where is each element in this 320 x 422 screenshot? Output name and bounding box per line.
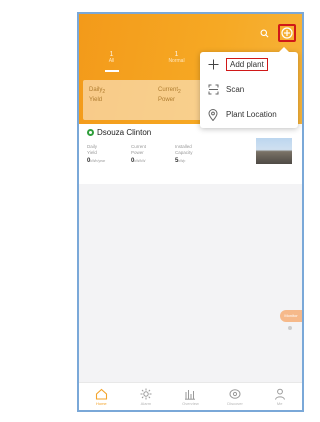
menu-item-add-plant-label: Add plant <box>226 58 268 71</box>
search-icon[interactable] <box>256 25 272 41</box>
stat-current-power-label-2: Power <box>158 97 176 104</box>
metric-current-power: Current Power 0kW/kW <box>131 144 159 164</box>
stat-current-power-sub: 2 <box>178 89 181 96</box>
plant-filter-tabs: 1 All 1 Normal <box>79 51 209 64</box>
nav-home[interactable]: Home <box>79 383 124 410</box>
metric-current-power-label-2: Power <box>131 150 144 155</box>
metric-installed-capacity-unit: kWp <box>178 159 186 163</box>
metric-daily-yield-unit: kWh/year <box>90 159 106 163</box>
person-icon <box>274 388 285 400</box>
menu-item-scan-label: Scan <box>226 85 245 94</box>
header-actions <box>256 24 296 42</box>
nav-discover[interactable]: Discover <box>213 383 258 410</box>
nav-overview-label: Overview <box>182 400 199 406</box>
plant-title: Dsouza Clinton <box>87 128 151 137</box>
bottom-navigation: Home Alarm Overview Discover Me <box>79 382 302 410</box>
menu-item-add-plant[interactable]: Add plant <box>200 52 298 77</box>
nav-me[interactable]: Me <box>257 383 302 410</box>
menu-item-plant-location-label: Plant Location <box>226 110 277 119</box>
nav-alarm[interactable]: Alarm <box>124 383 169 410</box>
stat-daily-yield: Daily2 Yield <box>83 80 152 120</box>
nav-home-label: Home <box>95 400 107 406</box>
monitor-float-button[interactable]: Monitor <box>280 310 302 322</box>
plant-name: Dsouza Clinton <box>97 128 152 137</box>
home-icon <box>95 388 107 400</box>
nav-me-label: Me <box>276 400 283 406</box>
metric-daily-yield-label-2: Yield <box>87 150 97 155</box>
metric-current-power-label: Current <box>131 144 147 149</box>
bar-chart-icon <box>185 389 196 400</box>
eye-icon <box>229 388 241 399</box>
plant-metrics: Daily Yield 0kWh/year Current Power 0kW/… <box>87 144 203 164</box>
sun-icon <box>140 388 152 399</box>
nav-alarm-label: Alarm <box>140 400 152 406</box>
menu-item-plant-location[interactable]: Plant Location <box>200 102 298 127</box>
nav-discover-label: Discover <box>227 400 243 406</box>
menu-item-scan[interactable]: Scan <box>200 77 298 102</box>
metric-installed-capacity-label-2: Capacity <box>175 150 193 155</box>
metric-daily-yield: Daily Yield 0kWh/year <box>87 144 115 164</box>
plant-card[interactable]: Dsouza Clinton Daily Yield 0kWh/year Cur… <box>79 124 302 184</box>
stat-daily-yield-sub: 2 <box>102 89 106 96</box>
status-online-icon <box>87 129 94 136</box>
nav-overview[interactable]: Overview <box>168 383 213 410</box>
metric-current-power-unit: kW/kW <box>134 159 146 163</box>
plus-icon <box>207 59 219 71</box>
metric-installed-capacity: Installed Capacity 5kWp <box>175 144 203 164</box>
stat-daily-yield-label: Daily <box>89 87 103 93</box>
tab-all[interactable]: 1 All <box>79 51 144 64</box>
location-pin-icon <box>207 108 219 121</box>
active-tab-indicator <box>105 70 119 72</box>
tab-all-label: All <box>108 58 115 64</box>
stat-current-power-label: Current <box>158 87 179 93</box>
metric-installed-capacity-label: Installed <box>175 144 192 149</box>
tab-all-count: 1 <box>109 51 114 58</box>
plant-thumbnail <box>256 138 292 164</box>
add-menu-dropdown: Add plant Scan Plant Location <box>200 47 298 128</box>
float-indicator-dot <box>288 326 292 330</box>
metric-daily-yield-label: Daily <box>87 144 98 149</box>
scan-icon <box>207 84 219 96</box>
tab-normal-label: Normal <box>168 58 185 64</box>
add-circle-icon[interactable] <box>278 24 296 42</box>
stat-daily-yield-label-2: Yield <box>89 97 103 104</box>
